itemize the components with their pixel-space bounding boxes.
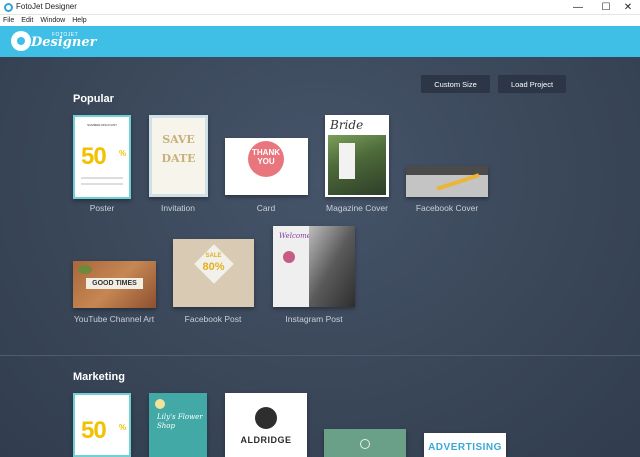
- coffee-cup-icon: [78, 265, 92, 274]
- custom-size-button[interactable]: Custom Size: [421, 75, 490, 93]
- template-invitation[interactable]: SAVE DATE: [149, 115, 208, 197]
- template-youtube-channel-art[interactable]: GOOD TIMES: [73, 261, 156, 308]
- advertising-text: ADVERTISING: [428, 442, 502, 453]
- poster-caption: SUMMER DISCOUNT: [87, 123, 117, 127]
- flower-icon: [155, 399, 165, 409]
- template-facebook-cover[interactable]: [406, 166, 488, 197]
- logo-name: Designer: [31, 35, 97, 50]
- close-button[interactable]: ✕: [614, 0, 640, 15]
- label-youtube-channel-art[interactable]: YouTube Channel Art: [74, 314, 154, 324]
- magazine-title: Bride: [330, 118, 364, 132]
- section-divider: [0, 355, 640, 356]
- template-card[interactable]: THANK YOU: [225, 138, 308, 195]
- section-title-popular: Popular: [73, 93, 114, 105]
- magazine-photo: [328, 135, 386, 195]
- template-magazine-cover[interactable]: Bride: [325, 115, 389, 197]
- label-magazine-cover[interactable]: Magazine Cover: [326, 203, 388, 213]
- invitation-save-text: SAVE: [162, 133, 195, 146]
- menu-help[interactable]: Help: [72, 17, 86, 24]
- youtube-banner-text: GOOD TIMES: [86, 278, 143, 289]
- label-facebook-post[interactable]: Facebook Post: [185, 314, 242, 324]
- template-marketing-poster[interactable]: 50 %: [73, 393, 131, 457]
- menu-edit[interactable]: Edit: [21, 17, 33, 24]
- main-content: Custom Size Load Project Popular SUMMER …: [0, 57, 640, 457]
- menu-file[interactable]: File: [3, 17, 14, 24]
- label-invitation[interactable]: Invitation: [161, 203, 195, 213]
- section-title-marketing: Marketing: [73, 371, 125, 383]
- pencil-icon: [436, 173, 480, 191]
- invitation-date-text: DATE: [161, 152, 196, 165]
- fbpost-amount-text: 80%: [202, 261, 225, 273]
- template-flower-shop[interactable]: Lily's Flower Shop: [149, 393, 207, 457]
- invitation-card: SAVE DATE: [152, 118, 205, 194]
- template-instagram-post[interactable]: Welcome: [273, 226, 355, 307]
- poster-text-line: [81, 183, 123, 185]
- poster-percent: %: [119, 149, 127, 158]
- label-card[interactable]: Card: [257, 203, 275, 213]
- template-green-flyer[interactable]: [324, 429, 406, 457]
- app-icon: [4, 3, 13, 12]
- flower-icon: [283, 251, 295, 263]
- load-project-button[interactable]: Load Project: [498, 75, 566, 93]
- atom-icon: [360, 439, 370, 449]
- template-aldridge[interactable]: ALDRIDGE: [225, 393, 307, 457]
- poster-number: 50: [81, 143, 107, 170]
- app-header: FOTOJET Designer: [0, 26, 640, 57]
- poster-text-line: [81, 177, 123, 179]
- card-thank-you-text: THANK YOU: [252, 148, 280, 166]
- marketing-poster-percent: %: [119, 423, 127, 432]
- template-poster[interactable]: SUMMER DISCOUNT 50 %: [73, 115, 131, 199]
- menu-window[interactable]: Window: [40, 17, 65, 24]
- aldridge-text: ALDRIDGE: [240, 435, 292, 445]
- flower-shop-text: Lily's Flower Shop: [157, 413, 203, 430]
- instagram-welcome-text: Welcome: [279, 232, 311, 240]
- window-title: FotoJet Designer: [16, 2, 77, 11]
- template-facebook-post[interactable]: SALE 80%: [173, 239, 254, 307]
- title-bar: FotoJet Designer — ☐ ✕: [0, 0, 640, 15]
- template-advertising[interactable]: ADVERTISING: [424, 433, 506, 457]
- logo-icon: [11, 31, 31, 51]
- label-poster[interactable]: Poster: [90, 203, 115, 213]
- marketing-poster-number: 50: [81, 417, 107, 444]
- label-instagram-post[interactable]: Instagram Post: [285, 314, 342, 324]
- minimize-button[interactable]: —: [564, 0, 592, 15]
- menu-bar: File Edit Window Help: [0, 15, 640, 26]
- label-facebook-cover[interactable]: Facebook Cover: [416, 203, 478, 213]
- magazine-dress: [339, 143, 355, 179]
- instagram-portrait: [309, 226, 355, 307]
- graduation-cap-icon: [255, 407, 277, 429]
- fbpost-sale-text: SALE: [205, 253, 222, 259]
